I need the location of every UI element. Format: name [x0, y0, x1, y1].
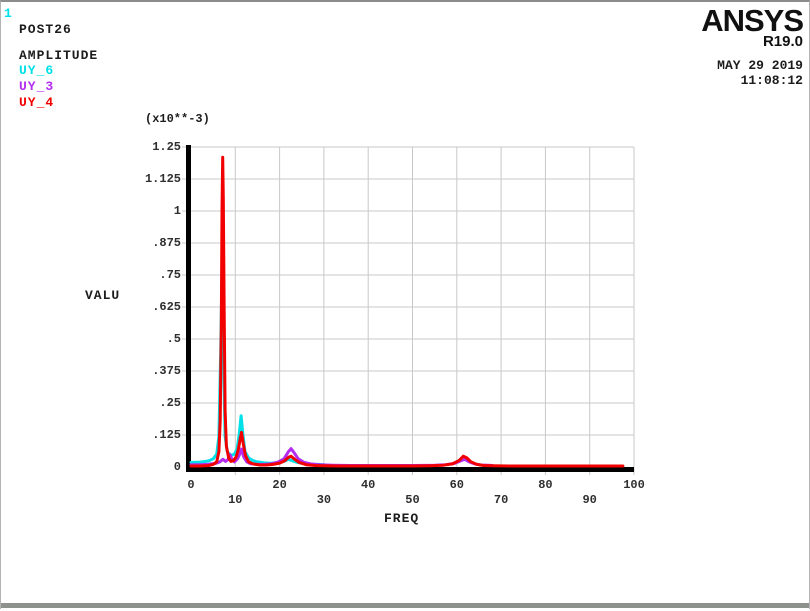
x-axis-title: FREQ	[384, 511, 420, 526]
bottom-separator-bar	[1, 603, 809, 608]
x-tick-label: 40	[360, 478, 376, 492]
y-tick-label: .25	[159, 396, 181, 410]
x-tick-label: 60	[449, 478, 464, 492]
x-tick-label: 50	[405, 493, 420, 507]
y-tick-label: 1.125	[144, 172, 181, 186]
y-tick-label: .625	[152, 300, 181, 314]
series-UY_4	[189, 155, 625, 468]
x-tick-label: 0	[187, 478, 195, 492]
y-tick-label: .375	[152, 364, 181, 378]
y-tick-label: .5	[166, 332, 181, 346]
y-tick-label: 1	[173, 204, 181, 218]
graphics-window: 1 POST26 AMPLITUDE UY_6 UY_3 UY_4 ANSYS …	[0, 0, 810, 609]
x-tick-label: 100	[623, 478, 645, 492]
y-scale-note: (x10**-3)	[145, 112, 210, 126]
x-tick-label: 70	[493, 493, 509, 507]
x-tick-label: 30	[316, 493, 332, 507]
y-axis	[186, 145, 191, 472]
y-tick-label: 0	[173, 460, 181, 474]
x-axis	[186, 467, 634, 472]
y-tick-label: .125	[152, 428, 181, 442]
x-tick-label: 90	[582, 493, 597, 507]
y-tick-label: .875	[152, 236, 181, 250]
x-tick-label: 10	[228, 493, 243, 507]
x-tick-label: 80	[538, 478, 553, 492]
x-tick-label: 20	[272, 478, 287, 492]
y-tick-label: 1.25	[152, 140, 181, 154]
y-tick-label: .75	[159, 268, 181, 282]
